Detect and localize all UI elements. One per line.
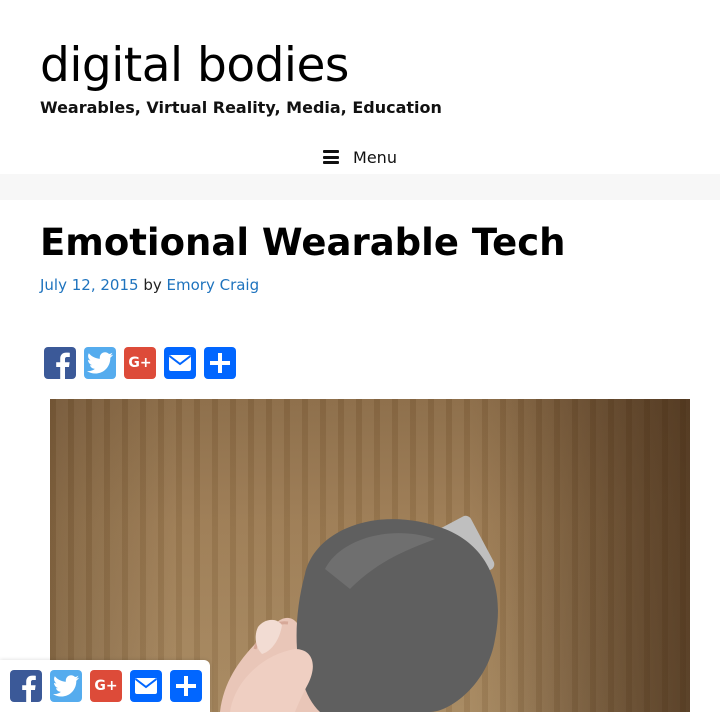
site-tagline: Wearables, Virtual Reality, Media, Educa…: [40, 98, 442, 117]
floating-share-bar: G+: [0, 660, 210, 712]
hamburger-icon: [323, 150, 340, 164]
facebook-share-button[interactable]: [44, 347, 76, 379]
floating-facebook-share-button[interactable]: [10, 670, 42, 702]
floating-email-share-button[interactable]: [130, 670, 162, 702]
post-title: Emotional Wearable Tech: [40, 221, 566, 264]
menu-label: Menu: [353, 147, 397, 167]
email-icon: [134, 678, 158, 694]
floating-generic-share-button[interactable]: [170, 670, 202, 702]
facebook-icon: [22, 675, 36, 702]
author-link[interactable]: Emory Craig: [167, 276, 260, 294]
google-plus-icon: G+: [128, 355, 152, 371]
main-navigation: Menu: [0, 140, 720, 174]
share-buttons-inline: G+: [44, 347, 236, 379]
generic-share-button[interactable]: [204, 347, 236, 379]
floating-twitter-share-button[interactable]: [50, 670, 82, 702]
byline-by: by: [143, 276, 162, 294]
facebook-icon: [56, 352, 70, 379]
email-icon: [168, 355, 192, 371]
twitter-share-button[interactable]: [84, 347, 116, 379]
post-meta: July 12, 2015 by Emory Craig: [40, 274, 259, 296]
twitter-icon: [53, 675, 79, 697]
google-plus-share-button[interactable]: G+: [124, 347, 156, 379]
google-plus-icon: G+: [94, 678, 118, 694]
twitter-icon: [87, 352, 113, 374]
header-divider-band: [0, 174, 720, 200]
menu-toggle-button[interactable]: Menu: [323, 148, 397, 167]
site-title[interactable]: digital bodies: [40, 38, 349, 94]
floating-google-plus-share-button[interactable]: G+: [90, 670, 122, 702]
email-share-button[interactable]: [164, 347, 196, 379]
share-plus-icon: [176, 676, 196, 696]
share-plus-icon: [210, 353, 230, 373]
post-date-link[interactable]: July 12, 2015: [40, 276, 139, 294]
